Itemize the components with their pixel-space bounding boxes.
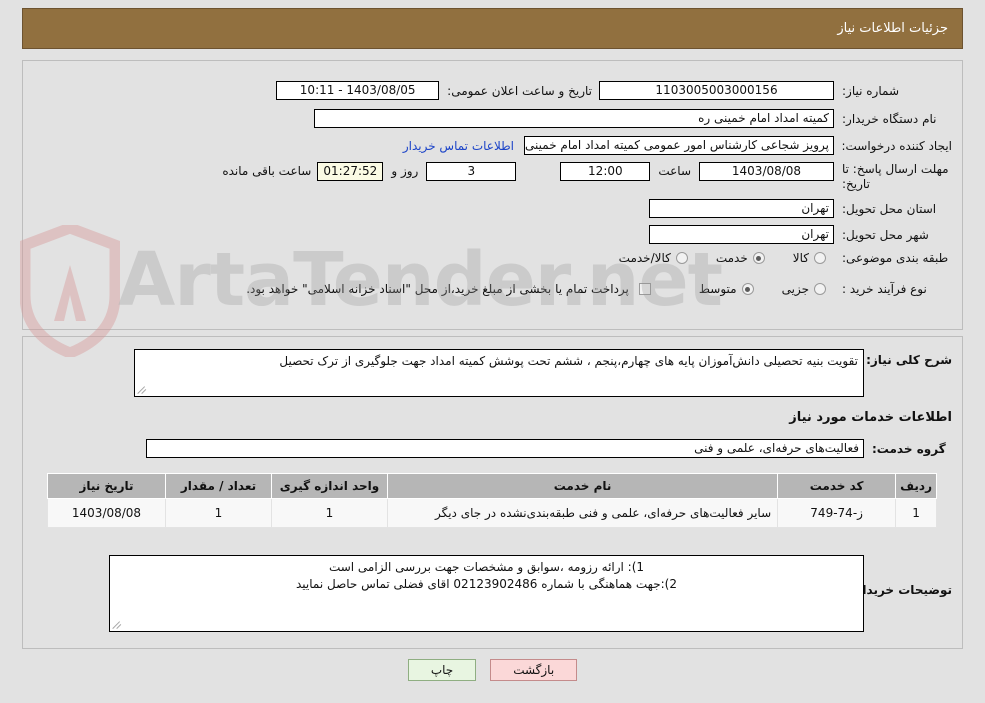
col-row-no: ردیف <box>895 473 937 499</box>
deadline-countdown-value: 01:27:52 <box>317 162 384 181</box>
buyer-org-value: کمیته امداد امام خمینی ره <box>314 109 834 128</box>
page-title-bar: جزئیات اطلاعات نیاز <box>22 8 963 49</box>
print-button[interactable]: چاپ <box>407 659 477 681</box>
summary-row: شرح کلی نیاز: تقویت بنیه تحصیلی دانش‌آمو… <box>134 349 952 397</box>
deadline-time-label: ساعت <box>658 164 691 178</box>
service-group-row: گروه خدمت: فعالیت‌های حرفه‌ای، علمی و فن… <box>146 439 952 458</box>
treasury-bond-checkbox[interactable] <box>638 283 651 295</box>
services-heading-row: اطلاعات خدمات مورد نیاز <box>789 410 952 425</box>
radio-kala-icon[interactable] <box>814 252 826 264</box>
process-option-jozi-label: جزیی <box>781 282 809 296</box>
cell-row-no: 1 <box>895 498 937 528</box>
col-quantity: تعداد / مقدار <box>165 473 272 499</box>
category-option-kala-khadamat[interactable]: کالا/خدمت <box>619 251 688 265</box>
radio-motevaset-icon[interactable] <box>741 283 754 295</box>
process-label: نوع فرآیند خرید : <box>842 282 927 296</box>
back-button[interactable]: بازگشت <box>490 659 578 681</box>
process-option-motevaset[interactable]: متوسط <box>699 282 754 296</box>
category-option-kala-khadamat-label: کالا/خدمت <box>618 251 671 265</box>
service-group-value: فعالیت‌های حرفه‌ای، علمی و فنی <box>146 439 864 458</box>
deadline-label: مهلت ارسال پاسخ: تا تاریخ: <box>842 162 949 191</box>
announce-date-label: تاریخ و ساعت اعلان عمومی: <box>447 83 592 98</box>
resize-grip-icon[interactable] <box>112 618 124 630</box>
need-number-value: 1103005003000156 <box>599 81 834 100</box>
process-row: نوع فرآیند خرید : جزیی متوسط پرداخت تمام… <box>246 282 952 296</box>
resize-grip-icon[interactable] <box>137 383 149 395</box>
requester-label: ایجاد کننده درخواست: <box>841 138 952 153</box>
city-value: تهران <box>649 225 834 244</box>
table-header-row: ردیف کد خدمت نام خدمت واحد اندازه گیری ت… <box>47 473 937 499</box>
city-row: شهر محل تحویل: تهران <box>649 225 952 244</box>
buyer-notes-line-2: 2):جهت هماهنگی با شماره 02123902486 اقای… <box>295 577 677 591</box>
buyer-notes-label: توضیحات خریدار: <box>850 583 952 597</box>
requester-row: ایجاد کننده درخواست: پرویز شجاعی کارشناس… <box>403 136 952 155</box>
deadline-row: مهلت ارسال پاسخ: تا تاریخ: 1403/08/08 سا… <box>222 162 952 192</box>
col-service-name: نام خدمت <box>386 473 779 499</box>
cell-quantity: 1 <box>165 498 272 528</box>
province-row: استان محل تحویل: تهران <box>649 199 952 218</box>
process-option-jozi[interactable]: جزیی <box>782 282 826 296</box>
need-info-panel: شماره نیاز: 1103005003000156 تاریخ و ساع… <box>22 60 963 330</box>
category-label: طبقه بندی موضوعی: <box>842 251 949 265</box>
deadline-time-value: 12:00 <box>560 162 651 181</box>
need-detail-panel: شرح کلی نیاز: تقویت بنیه تحصیلی دانش‌آمو… <box>22 336 963 649</box>
category-option-khadamat[interactable]: خدمت <box>716 251 765 265</box>
radio-kala-khadamat-icon[interactable] <box>675 252 688 264</box>
service-group-label: گروه خدمت: <box>872 441 946 456</box>
services-table: ردیف کد خدمت نام خدمت واحد اندازه گیری ت… <box>47 473 937 528</box>
deadline-days-suffix: روز و <box>391 164 419 178</box>
process-option-motevaset-label: متوسط <box>698 282 737 296</box>
treasury-bond-note: پرداخت تمام یا بخشی از مبلغ خرید،از محل … <box>246 282 629 296</box>
buyer-contact-link[interactable]: اطلاعات تماس خریدار <box>403 139 514 153</box>
buyer-notes-textarea[interactable]: 1): ارائه رزومه ،سوابق و مشخصات جهت بررس… <box>109 555 864 632</box>
page-root: ArtaTender.net جزئیات اطلاعات نیاز شماره… <box>0 0 985 703</box>
category-option-kala-label: کالا <box>792 251 809 265</box>
category-row: طبقه بندی موضوعی: کالا خدمت کالا/خدمت <box>619 251 952 265</box>
buyer-notes-row: توضیحات خریدار: 1): ارائه رزومه ،سوابق و… <box>109 555 952 632</box>
category-option-kala[interactable]: کالا <box>793 251 826 265</box>
buyer-org-label: نام دستگاه خریدار: <box>842 111 937 126</box>
buyer-org-row: نام دستگاه خریدار: کمیته امداد امام خمین… <box>314 109 952 128</box>
category-option-khadamat-label: خدمت <box>715 251 748 265</box>
footer-button-bar: بازگشت چاپ <box>0 659 985 681</box>
page-title: جزئیات اطلاعات نیاز <box>837 21 948 36</box>
table-row: 1 ز-74-749 سایر فعالیت‌های حرفه‌ای، علمی… <box>47 498 937 528</box>
province-value: تهران <box>649 199 834 218</box>
radio-khadamat-icon[interactable] <box>752 252 765 264</box>
cell-need-date: 1403/08/08 <box>47 498 166 528</box>
deadline-countdown-suffix: ساعت باقی مانده <box>222 164 312 178</box>
col-service-code: کد خدمت <box>777 473 897 499</box>
deadline-days-value: 3 <box>426 162 517 181</box>
summary-textarea[interactable]: تقویت بنیه تحصیلی دانش‌آموزان پایه های چ… <box>134 349 864 397</box>
need-number-row: شماره نیاز: 1103005003000156 <box>599 81 952 100</box>
radio-jozi-icon[interactable] <box>814 283 826 295</box>
city-label: شهر محل تحویل: <box>842 227 929 242</box>
col-need-date: تاریخ نیاز <box>47 473 166 499</box>
requester-value: پرویز شجاعی کارشناس امور عمومی کمیته امد… <box>524 136 834 155</box>
summary-label: شرح کلی نیاز: <box>866 353 952 367</box>
province-label: استان محل تحویل: <box>842 201 937 216</box>
announce-date-value: 1403/08/05 - 10:11 <box>276 81 440 100</box>
cell-service-name: سایر فعالیت‌های حرفه‌ای، علمی و فنی طبقه… <box>386 498 779 528</box>
buyer-notes-line-1: 1): ارائه رزومه ،سوابق و مشخصات جهت بررس… <box>328 560 645 574</box>
cell-unit: 1 <box>271 498 388 528</box>
need-number-label: شماره نیاز: <box>842 83 899 98</box>
services-heading: اطلاعات خدمات مورد نیاز <box>789 410 952 425</box>
summary-text: تقویت بنیه تحصیلی دانش‌آموزان پایه های چ… <box>279 354 858 368</box>
cell-service-code: ز-74-749 <box>777 498 897 528</box>
deadline-date-value: 1403/08/08 <box>699 162 834 181</box>
col-unit: واحد اندازه گیری <box>271 473 388 499</box>
announce-date-row: تاریخ و ساعت اعلان عمومی: 1403/08/05 - 1… <box>276 81 592 100</box>
